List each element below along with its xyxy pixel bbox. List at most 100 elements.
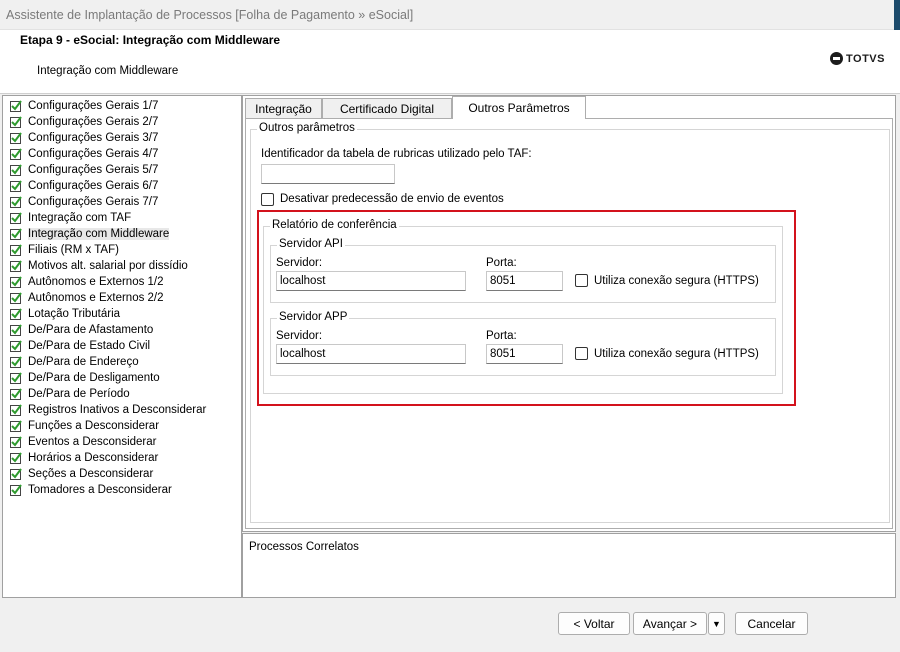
check-icon (10, 339, 22, 352)
totvs-logo: TOTVS (830, 52, 885, 65)
tab-label: Outros Parâmetros (468, 101, 570, 115)
check-icon (10, 227, 22, 240)
check-icon (10, 451, 22, 464)
step-label: Integração com TAF (28, 211, 132, 224)
check-icon (10, 195, 22, 208)
chevron-down-icon: ▼ (712, 618, 721, 629)
step-item[interactable]: Configurações Gerais 2/7 (10, 114, 158, 129)
step-item[interactable]: Filiais (RM x TAF) (10, 242, 119, 257)
step-label: De/Para de Período (28, 387, 130, 400)
check-icon (10, 211, 22, 224)
step-label: De/Para de Endereço (28, 355, 139, 368)
totvs-logo-text: TOTVS (846, 52, 885, 65)
tab-integracao[interactable]: Integração (245, 98, 322, 119)
tab-certificado-digital[interactable]: Certificado Digital (322, 98, 452, 119)
step-item[interactable]: De/Para de Estado Civil (10, 338, 150, 353)
tab-label: Certificado Digital (339, 102, 435, 116)
check-icon (10, 419, 22, 432)
check-icon (10, 275, 22, 288)
step-label: Tomadores a Desconsiderar (28, 483, 172, 496)
check-icon (10, 115, 22, 128)
step-item[interactable]: De/Para de Desligamento (10, 370, 160, 385)
back-button-label: < Voltar (573, 616, 615, 631)
step-label: Seções a Desconsiderar (28, 467, 154, 480)
tab-label: Integração (255, 102, 312, 116)
tab-outros-parametros[interactable]: Outros Parâmetros (452, 96, 586, 119)
check-icon (10, 371, 22, 384)
step-item-current[interactable]: Integração com Middleware (10, 226, 170, 241)
check-icon (10, 467, 22, 480)
step-label: Configurações Gerais 3/7 (28, 131, 159, 144)
step-label: Filiais (RM x TAF) (28, 243, 119, 256)
step-label: De/Para de Estado Civil (28, 339, 151, 352)
totvs-logo-icon (830, 52, 844, 65)
step-item[interactable]: De/Para de Afastamento (10, 322, 153, 337)
check-icon (10, 243, 22, 256)
wizard-header: Etapa 9 - eSocial: Integração com Middle… (0, 30, 900, 94)
rubric-table-label: Identificador da tabela de rubricas util… (261, 148, 532, 160)
step-label: Configurações Gerais 5/7 (28, 163, 159, 176)
step-item[interactable]: Autônomos e Externos 2/2 (10, 290, 164, 305)
step-item[interactable]: Configurações Gerais 4/7 (10, 146, 158, 161)
step-label: Configurações Gerais 6/7 (28, 179, 159, 192)
step-item[interactable]: Autônomos e Externos 1/2 (10, 274, 164, 289)
step-item[interactable]: Tomadores a Desconsiderar (10, 482, 172, 497)
step-label: De/Para de Desligamento (28, 371, 160, 384)
check-icon (10, 355, 22, 368)
check-icon (10, 307, 22, 320)
check-icon (10, 99, 22, 112)
next-dropdown-button[interactable]: ▼ (708, 612, 725, 635)
step-item[interactable]: Configurações Gerais 7/7 (10, 194, 158, 209)
step-item[interactable]: Horários a Desconsiderar (10, 450, 158, 465)
check-icon (10, 259, 22, 272)
step-item[interactable]: Configurações Gerais 5/7 (10, 162, 158, 177)
step-label: Configurações Gerais 2/7 (28, 115, 159, 128)
related-processes-panel: Processos Correlatos (242, 533, 896, 598)
step-item[interactable]: De/Para de Endereço (10, 354, 139, 369)
step-item[interactable]: Configurações Gerais 3/7 (10, 130, 158, 145)
window-title: Assistente de Implantação de Processos [… (6, 8, 414, 22)
disable-predecessor-label: Desativar predecessão de envio de evento… (280, 193, 504, 205)
step-item[interactable]: Funções a Desconsiderar (10, 418, 159, 433)
step-label: Motivos alt. salarial por dissídio (28, 259, 188, 272)
check-icon (10, 291, 22, 304)
disable-predecessor-checkbox[interactable] (261, 193, 274, 206)
group-title: Outros parâmetros (257, 122, 357, 134)
step-item[interactable]: Lotação Tributária (10, 306, 120, 321)
check-icon (10, 163, 22, 176)
cancel-button-label: Cancelar (747, 616, 796, 631)
related-processes-label: Processos Correlatos (249, 541, 359, 553)
check-icon (10, 131, 22, 144)
steps-list: Configurações Gerais 1/7 Configurações G… (2, 95, 242, 598)
step-label: Autônomos e Externos 1/2 (28, 275, 164, 288)
cancel-button[interactable]: Cancelar (735, 612, 808, 635)
rubric-table-input[interactable] (261, 164, 395, 184)
check-icon (10, 179, 22, 192)
check-icon (10, 403, 22, 416)
step-label: Registros Inativos a Desconsiderar (28, 403, 207, 416)
step-item[interactable]: Seções a Desconsiderar (10, 466, 153, 481)
check-icon (10, 483, 22, 496)
next-button[interactable]: Avançar > (633, 612, 707, 635)
step-item[interactable]: Configurações Gerais 1/7 (10, 98, 158, 113)
step-label: Funções a Desconsiderar (28, 419, 160, 432)
check-icon (10, 435, 22, 448)
check-icon (10, 323, 22, 336)
back-button[interactable]: < Voltar (558, 612, 630, 635)
check-icon (10, 387, 22, 400)
title-bar-accent (894, 0, 900, 30)
step-item[interactable]: Motivos alt. salarial por dissídio (10, 258, 188, 273)
step-item[interactable]: Configurações Gerais 6/7 (10, 178, 158, 193)
step-item[interactable]: Integração com TAF (10, 210, 131, 225)
step-title: Etapa 9 - eSocial: Integração com Middle… (20, 33, 281, 47)
step-item[interactable]: Registros Inativos a Desconsiderar (10, 402, 206, 417)
step-label: Eventos a Desconsiderar (28, 435, 157, 448)
step-label: Configurações Gerais 1/7 (28, 99, 159, 112)
step-label: Configurações Gerais 4/7 (28, 147, 159, 160)
step-label: Lotação Tributária (28, 307, 121, 320)
step-item[interactable]: Eventos a Desconsiderar (10, 434, 156, 449)
step-label: Autônomos e Externos 2/2 (28, 291, 164, 304)
step-item[interactable]: De/Para de Período (10, 386, 130, 401)
highlight-box (257, 210, 796, 406)
step-subtitle: Integração com Middleware (37, 65, 179, 77)
